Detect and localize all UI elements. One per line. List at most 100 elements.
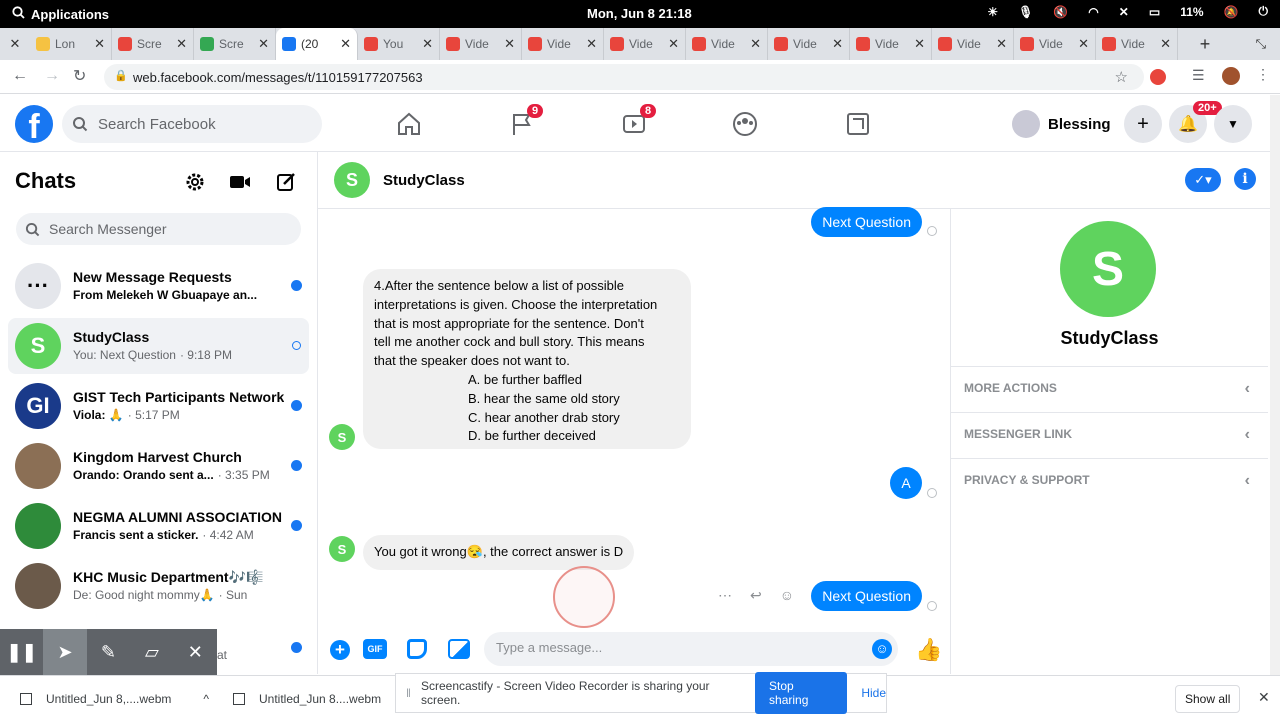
- tab-7[interactable]: Vide ✕: [604, 28, 686, 60]
- close-icon[interactable]: ✕: [1258, 689, 1270, 706]
- section-privacy-support[interactable]: PRIVACY & SUPPORT ‹: [951, 458, 1268, 504]
- tab-close-icon[interactable]: ✕: [1160, 36, 1171, 52]
- reading-list-icon[interactable]: ☰: [1192, 67, 1205, 84]
- message-bubble-answer[interactable]: A: [890, 467, 922, 499]
- settings-gear-icon[interactable]: [181, 168, 209, 196]
- chevron-left-icon: ‹: [1244, 472, 1250, 489]
- clock[interactable]: Mon, Jun 8 21:18: [587, 6, 692, 21]
- emoji-icon[interactable]: ☺: [872, 639, 892, 659]
- tab-close-icon[interactable]: ✕: [422, 36, 433, 52]
- eraser-tool-icon[interactable]: ▱: [130, 629, 173, 676]
- chat-list-item[interactable]: Kingdom Harvest Church Orando: Orando sen…: [8, 438, 309, 494]
- change-theme-button[interactable]: ✓▾: [1185, 168, 1221, 192]
- tab-close-icon[interactable]: ✕: [258, 36, 269, 52]
- facebook-logo-icon[interactable]: f: [15, 105, 53, 146]
- back-button[interactable]: ←: [12, 67, 28, 85]
- drag-handle-icon[interactable]: ‖: [406, 686, 411, 700]
- gif-icon[interactable]: GIF: [363, 639, 387, 659]
- chat-list-item[interactable]: NEGMA ALUMNI ASSOCIATION Francis sent a s…: [8, 498, 309, 554]
- new-tab-button[interactable]: +: [1190, 34, 1220, 55]
- more-icon[interactable]: ⋯: [718, 587, 732, 604]
- show-all-button[interactable]: Show all: [1175, 685, 1241, 713]
- stop-sharing-button[interactable]: Stop sharing: [755, 672, 848, 714]
- tab-close-icon[interactable]: ✕: [750, 36, 761, 52]
- browser-menu-icon[interactable]: ⋮: [1256, 66, 1270, 83]
- bookmark-star-icon[interactable]: ☆: [1115, 68, 1128, 86]
- messenger-search-input[interactable]: Search Messenger: [16, 213, 301, 245]
- photo-icon[interactable]: [448, 639, 470, 659]
- download-item[interactable]: Untitled_Jun 8....webm: [233, 676, 381, 721]
- section-messenger-link[interactable]: MESSENGER LINK ‹: [951, 412, 1268, 458]
- close-tab-icon[interactable]: ✕: [0, 36, 30, 52]
- tab-close-icon[interactable]: ✕: [668, 36, 679, 52]
- create-button[interactable]: +: [1124, 105, 1162, 143]
- sticker-icon[interactable]: [407, 639, 427, 659]
- cursor-tool-icon[interactable]: ➤: [43, 629, 87, 676]
- facebook-search-input[interactable]: Search Facebook: [62, 105, 322, 143]
- restore-window-icon[interactable]: ⤡: [1256, 36, 1266, 52]
- tab-6[interactable]: Vide ✕: [522, 28, 604, 60]
- answer-option: A. be further baffled: [468, 371, 582, 387]
- conversation-avatar[interactable]: S: [334, 162, 370, 198]
- profile-avatar-icon[interactable]: [1222, 67, 1240, 85]
- extension-icon[interactable]: [1150, 69, 1166, 85]
- thumbs-up-icon[interactable]: 👍: [915, 637, 942, 663]
- tab-10[interactable]: Vide ✕: [850, 28, 932, 60]
- tab-close-icon[interactable]: ✕: [586, 36, 597, 52]
- pause-icon[interactable]: ❚❚: [0, 629, 43, 676]
- tab-4[interactable]: You ✕: [358, 28, 440, 60]
- tab-close-icon[interactable]: ✕: [996, 36, 1007, 52]
- tab-close-icon[interactable]: ✕: [832, 36, 843, 52]
- page-scrollbar[interactable]: [1270, 95, 1280, 675]
- message-bubble-outgoing[interactable]: Next Question: [811, 207, 922, 237]
- tab-2[interactable]: Scre ✕: [194, 28, 276, 60]
- hide-button[interactable]: Hide: [861, 686, 886, 700]
- tab-8[interactable]: Vide ✕: [686, 28, 768, 60]
- tab-close-icon[interactable]: ✕: [94, 36, 105, 52]
- tab-3[interactable]: (20 ✕: [276, 28, 358, 60]
- groups-icon[interactable]: [732, 111, 758, 137]
- tab-close-icon[interactable]: ✕: [914, 36, 925, 52]
- applications-menu[interactable]: Applications: [12, 6, 109, 22]
- chat-list-item[interactable]: KHC Music Department🎶🎼 De: Good night mom…: [8, 558, 309, 614]
- tab-9[interactable]: Vide ✕: [768, 28, 850, 60]
- chat-list-item[interactable]: ··· New Message Requests From Melekeh W Gb…: [8, 258, 309, 314]
- react-icon[interactable]: ☺: [780, 587, 794, 604]
- add-more-icon[interactable]: +: [330, 640, 350, 660]
- conversation-info-icon[interactable]: i: [1234, 168, 1256, 190]
- tab-close-icon[interactable]: ✕: [504, 36, 515, 52]
- pen-tool-icon[interactable]: ✎: [87, 629, 130, 676]
- download-item[interactable]: Untitled_Jun 8,....webm ^: [20, 676, 209, 721]
- message-bubble-feedback[interactable]: You got it wrong😪, the correct answer is…: [363, 535, 635, 570]
- gaming-icon[interactable]: [845, 111, 871, 137]
- conversation-title[interactable]: StudyClass: [383, 172, 465, 189]
- answer-option: B. hear the same old story: [468, 390, 620, 406]
- section-more-actions[interactable]: MORE ACTIONS ‹: [951, 366, 1268, 412]
- new-room-video-icon[interactable]: [226, 168, 254, 196]
- message-bubble-outgoing[interactable]: Next Question: [811, 581, 922, 611]
- tab-13[interactable]: Vide ✕: [1096, 28, 1178, 60]
- system-tray[interactable]: ☀ 🎙 🔇 ◠ ✕ ▭ 11% 🔕 ⏻: [987, 4, 1268, 19]
- forward-button[interactable]: →: [44, 67, 60, 85]
- chat-list-item[interactable]: GI GIST Tech Participants Network Viola: 🙏…: [8, 378, 309, 434]
- tab-5[interactable]: Vide ✕: [440, 28, 522, 60]
- tab-close-icon[interactable]: ✕: [1078, 36, 1089, 52]
- close-icon[interactable]: ✕: [174, 629, 217, 676]
- chevron-up-icon[interactable]: ^: [203, 692, 209, 706]
- tab-1[interactable]: Scre ✕: [112, 28, 194, 60]
- profile-button[interactable]: Blessing: [1012, 107, 1111, 141]
- tab-close-icon[interactable]: ✕: [176, 36, 187, 52]
- tab-11[interactable]: Vide ✕: [932, 28, 1014, 60]
- address-field[interactable]: 🔒 web.facebook.com/messages/t/1101591772…: [104, 64, 1144, 90]
- chat-list-item[interactable]: S StudyClass You: Next Question · 9:18 PM: [8, 318, 309, 374]
- tab-close-icon[interactable]: ✕: [340, 36, 351, 52]
- tab-12[interactable]: Vide ✕: [1014, 28, 1096, 60]
- reply-icon[interactable]: ↩: [750, 587, 762, 604]
- tab-0[interactable]: Lon ✕: [30, 28, 112, 60]
- home-icon[interactable]: [396, 111, 422, 137]
- message-input[interactable]: Type a message... ☺: [484, 632, 898, 666]
- account-menu-button[interactable]: ▼: [1214, 105, 1252, 143]
- message-bubble-question[interactable]: 4.After the sentence below a list of pos…: [363, 269, 691, 449]
- reload-button[interactable]: ↻: [73, 66, 86, 86]
- new-message-compose-icon[interactable]: [272, 168, 300, 196]
